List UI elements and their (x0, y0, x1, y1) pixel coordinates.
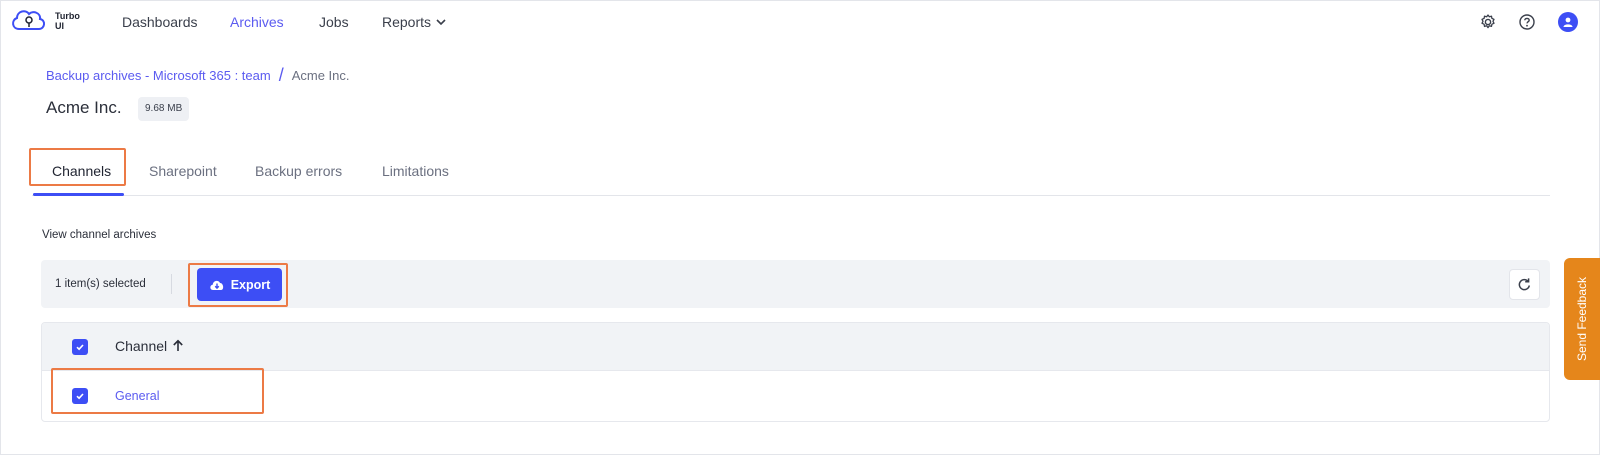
column-header-label: Channel (115, 338, 168, 354)
table-header: Channel (42, 323, 1549, 371)
nav-dashboards[interactable]: Dashboards (122, 14, 198, 30)
tab-limitations[interactable]: Limitations (382, 163, 449, 179)
top-navigation: Turbo UI Dashboards Archives Jobs Report… (0, 0, 1600, 44)
column-header-channel[interactable]: Channel (115, 338, 185, 354)
tab-channels[interactable]: Channels (52, 163, 111, 179)
channels-table: Channel General (41, 322, 1550, 422)
user-avatar-icon[interactable] (1558, 12, 1578, 32)
user-icon (1563, 17, 1573, 27)
select-all-checkbox[interactable] (72, 339, 88, 355)
row-checkbox[interactable] (72, 388, 88, 404)
export-button[interactable]: Export (197, 268, 282, 301)
cloud-logo-icon (12, 10, 45, 30)
sort-ascending-icon (173, 339, 183, 351)
breadcrumb-parent-link[interactable]: Backup archives - Microsoft 365 : team (46, 68, 271, 83)
nav-reports[interactable]: Reports (382, 14, 447, 30)
send-feedback-label: Send Feedback (1575, 276, 1589, 362)
channel-link[interactable]: General (115, 389, 159, 403)
section-label: View channel archives (42, 229, 157, 241)
cloud-download-icon (210, 280, 223, 290)
check-icon (76, 344, 84, 351)
help-icon[interactable] (1518, 13, 1536, 31)
chevron-down-icon (436, 19, 446, 26)
check-icon (76, 393, 84, 400)
gear-icon[interactable] (1479, 13, 1497, 31)
export-button-label: Export (230, 277, 271, 292)
table-toolbar: 1 item(s) selected Export (41, 260, 1550, 308)
tab-sharepoint[interactable]: Sharepoint (149, 163, 217, 179)
send-feedback-button[interactable]: Send Feedback (1564, 258, 1600, 380)
breadcrumb-separator: / (278, 65, 284, 85)
size-badge: 9.68 MB (138, 97, 190, 121)
refresh-button[interactable] (1509, 269, 1540, 300)
tab-backup-errors[interactable]: Backup errors (255, 163, 342, 179)
page-title: Acme Inc. (46, 98, 122, 117)
breadcrumb: Backup archives - Microsoft 365 : team /… (46, 65, 350, 85)
tab-bar: Channels Sharepoint Backup errors Limita… (32, 150, 1550, 196)
breadcrumb-current: Acme Inc. (291, 68, 350, 83)
refresh-icon (1518, 278, 1531, 291)
turbo-ui-logo[interactable]: Turbo UI (9, 5, 89, 39)
nav-jobs[interactable]: Jobs (319, 14, 349, 30)
nav-archives[interactable]: Archives (230, 14, 284, 30)
nav-reports-label: Reports (382, 14, 432, 30)
brand-name: Turbo UI (55, 11, 80, 31)
table-row[interactable]: General (42, 371, 1549, 421)
active-tab-indicator (33, 193, 124, 196)
toolbar-divider (171, 274, 172, 294)
selected-count: 1 item(s) selected (55, 278, 146, 290)
